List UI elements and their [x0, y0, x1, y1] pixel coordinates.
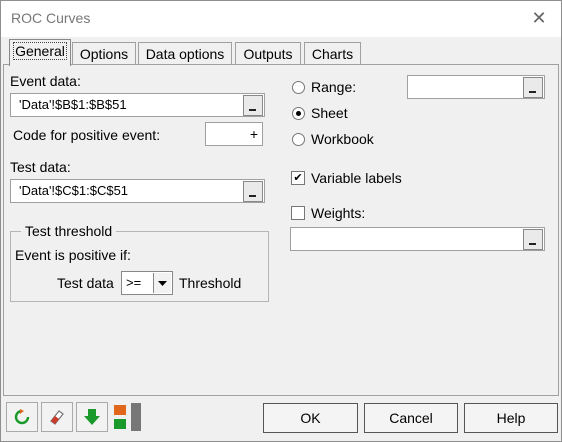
code-positive-value: +	[249, 126, 258, 142]
test-data-value: 'Data'!$C$1:$C$51	[19, 183, 129, 198]
operator-value: >=	[126, 275, 142, 290]
sheet-radio[interactable]	[292, 107, 305, 120]
tab-general[interactable]: General	[9, 39, 71, 66]
tab-options[interactable]: Options	[72, 42, 136, 65]
help-button[interactable]: Help	[464, 403, 558, 433]
event-data-field[interactable]: 'Data'!$B$1:$B$51	[10, 93, 265, 117]
code-positive-input[interactable]: +	[205, 122, 263, 146]
code-positive-label: Code for positive event:	[13, 127, 161, 143]
ok-button[interactable]: OK	[263, 403, 358, 433]
test-data-field[interactable]: 'Data'!$C$1:$C$51	[10, 179, 265, 203]
download-arrow-icon	[84, 409, 100, 425]
cancel-button[interactable]: Cancel	[364, 403, 458, 433]
tab-charts-label: Charts	[311, 46, 354, 62]
download-button[interactable]	[76, 402, 108, 432]
test-data-text: Test data	[57, 275, 114, 291]
range-select-button[interactable]	[523, 77, 543, 98]
title-bar: ROC Curves ✕	[1, 1, 561, 37]
dock-button[interactable]	[111, 402, 145, 432]
tab-general-label: General	[13, 42, 67, 60]
test-data-select-button[interactable]	[243, 181, 263, 202]
weights-checkbox[interactable]	[291, 206, 305, 220]
eraser-button[interactable]	[41, 402, 73, 432]
tab-options-label: Options	[79, 46, 129, 62]
variable-labels-checkbox[interactable]: ✔	[291, 171, 305, 185]
tab-outputs[interactable]: Outputs	[235, 42, 301, 65]
operator-select[interactable]: >=	[121, 271, 173, 295]
range-radio[interactable]	[292, 81, 305, 94]
workbook-label: Workbook	[311, 131, 374, 147]
event-data-select-button[interactable]	[243, 95, 263, 116]
tab-data-options[interactable]: Data options	[138, 42, 232, 65]
reset-button[interactable]	[6, 402, 38, 432]
tab-data-options-label: Data options	[145, 46, 225, 62]
reset-icon	[14, 409, 30, 425]
range-label: Range:	[311, 79, 357, 95]
eraser-icon	[50, 410, 64, 425]
tab-charts[interactable]: Charts	[304, 42, 361, 65]
event-data-label: Event data:	[10, 73, 81, 89]
sheet-label: Sheet	[311, 105, 348, 121]
test-data-label: Test data:	[10, 159, 71, 175]
threshold-text: Threshold	[179, 275, 242, 291]
tab-outputs-label: Outputs	[243, 46, 293, 62]
roc-curves-dialog: ROC Curves ✕ General Options Data option…	[0, 0, 562, 442]
weights-field[interactable]	[290, 227, 545, 251]
weights-select-button[interactable]	[523, 229, 543, 250]
window-title: ROC Curves	[11, 10, 91, 26]
close-icon[interactable]: ✕	[527, 6, 551, 30]
chevron-down-icon[interactable]	[153, 273, 171, 293]
range-field[interactable]	[407, 75, 545, 99]
weights-label: Weights:	[311, 205, 366, 221]
event-positive-if-label: Event is positive if:	[15, 247, 131, 263]
workbook-radio[interactable]	[292, 133, 305, 146]
dock-icon	[114, 403, 141, 431]
variable-labels-label: Variable labels	[311, 170, 402, 186]
threshold-group-title: Test threshold	[21, 223, 117, 239]
event-data-value: 'Data'!$B$1:$B$51	[19, 97, 127, 112]
